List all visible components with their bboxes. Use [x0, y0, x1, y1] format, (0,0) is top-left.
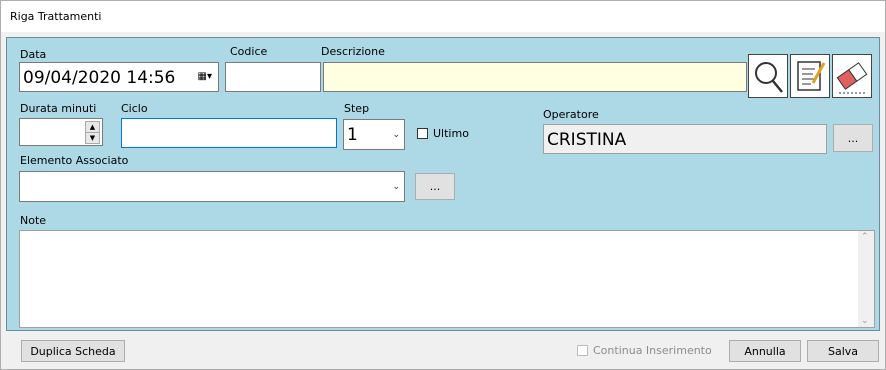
edit-document-button[interactable] — [790, 54, 830, 98]
note-scrollbar[interactable]: ⌃ ⌄ — [858, 231, 874, 327]
elemento-label: Elemento Associato — [20, 154, 129, 167]
scroll-up-icon[interactable]: ⌃ — [861, 232, 869, 242]
scroll-down-icon[interactable]: ⌄ — [861, 316, 869, 326]
continua-inserimento-checkbox[interactable] — [577, 345, 588, 356]
operatore-field: CRISTINA — [543, 124, 827, 154]
step-value: 1 — [347, 125, 358, 145]
ciclo-input[interactable] — [121, 118, 337, 148]
durata-label: Durata minuti — [20, 102, 97, 115]
operatore-browse-button[interactable]: ... — [833, 124, 873, 152]
main-panel: Data 09/04/2020 14:56 ▦▾ Codice Descrizi… — [6, 37, 880, 331]
codice-label: Codice — [230, 45, 268, 58]
chevron-down-icon: ⌄ — [392, 129, 400, 140]
descrizione-label: Descrizione — [321, 45, 385, 58]
descrizione-input[interactable] — [323, 62, 747, 92]
search-button[interactable] — [748, 54, 788, 98]
ciclo-label: Ciclo — [121, 102, 148, 115]
eraser-icon — [836, 62, 868, 94]
note-label: Note — [20, 214, 47, 227]
operatore-label: Operatore — [543, 108, 599, 121]
continua-inserimento-label: Continua Inserimento — [593, 344, 712, 357]
data-datetime-picker[interactable]: 09/04/2020 14:56 ▦▾ — [19, 62, 219, 92]
edit-document-icon — [797, 61, 826, 91]
operatore-value: CRISTINA — [547, 130, 627, 150]
data-label: Data — [20, 48, 47, 61]
dialog-window: Riga Trattamenti Data 09/04/2020 14:56 ▦… — [0, 0, 886, 370]
elemento-browse-button[interactable]: ... — [415, 173, 455, 200]
title-bar: Riga Trattamenti — [1, 1, 885, 32]
calendar-dropdown-icon[interactable]: ▦▾ — [198, 71, 212, 82]
stepper-down-icon[interactable]: ▼ — [85, 132, 100, 144]
ultimo-label: Ultimo — [433, 127, 469, 140]
chevron-down-icon: ⌄ — [392, 181, 400, 192]
annulla-button[interactable]: Annulla — [729, 340, 801, 362]
window-title: Riga Trattamenti — [10, 10, 102, 23]
elemento-select[interactable]: ⌄ — [19, 171, 405, 202]
search-icon — [755, 62, 783, 93]
note-textarea[interactable]: ⌃ ⌄ — [19, 230, 875, 328]
ultimo-checkbox[interactable] — [417, 128, 428, 139]
duplica-scheda-button[interactable]: Duplica Scheda — [21, 340, 125, 362]
step-label: Step — [344, 102, 370, 115]
data-value: 09/04/2020 14:56 — [23, 68, 176, 88]
codice-input[interactable] — [225, 62, 321, 92]
salva-button[interactable]: Salva — [807, 340, 879, 362]
durata-minuti-stepper[interactable]: ▲ ▼ — [19, 118, 103, 146]
step-select[interactable]: 1 ⌄ — [343, 119, 405, 150]
eraser-button[interactable] — [832, 54, 872, 98]
